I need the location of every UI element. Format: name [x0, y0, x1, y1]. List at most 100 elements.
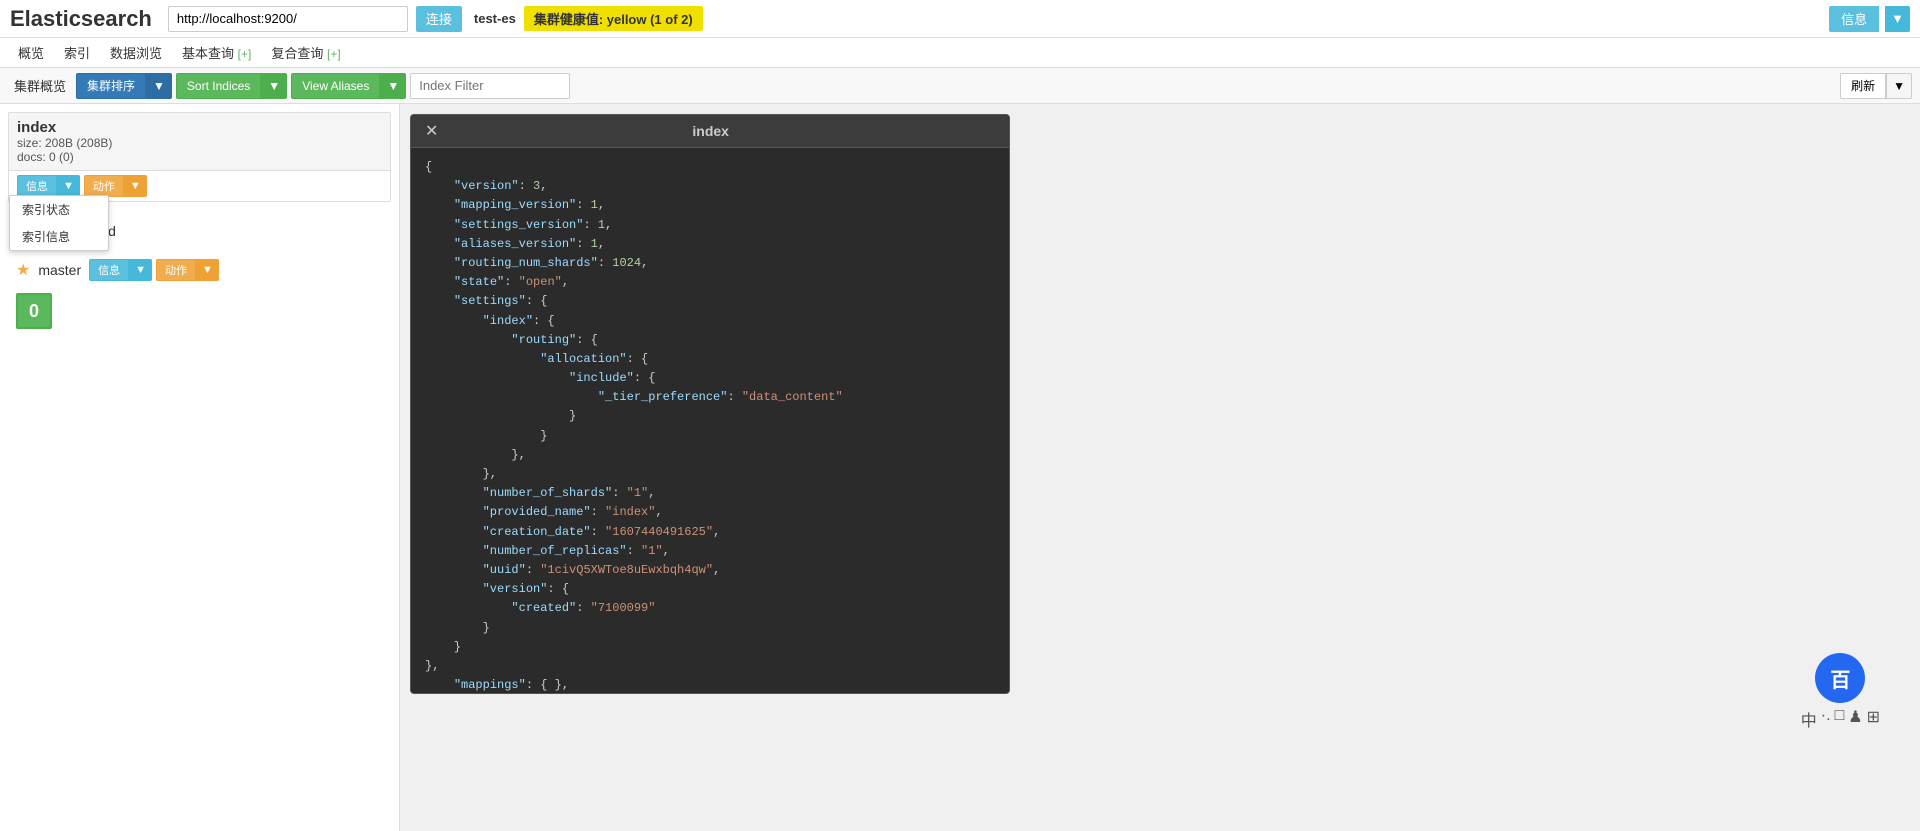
- json-line: "settings": {: [425, 292, 995, 311]
- modal: ✕ index { "version": 3, "mapping_version…: [410, 114, 1010, 694]
- dropdown-index-info[interactable]: 索引信息: [10, 223, 108, 250]
- nav-basic-query[interactable]: 基本查询 [+]: [174, 41, 259, 64]
- json-line: "index": {: [425, 312, 995, 331]
- shard-box: 0: [16, 293, 52, 329]
- modal-body[interactable]: { "version": 3, "mapping_version": 1, "s…: [411, 148, 1009, 693]
- modal-header: ✕ index: [411, 115, 1009, 148]
- master-action-arrow[interactable]: ▼: [196, 259, 219, 281]
- baidu-watermark: 百 中 ·. □ ♟ ⊞: [1801, 653, 1880, 731]
- top-right-actions: 信息 ▼: [1829, 6, 1910, 32]
- refresh-arrow[interactable]: ▼: [1886, 73, 1912, 99]
- baidu-icon-3: □: [1835, 707, 1845, 731]
- json-line: "allocation": {: [425, 350, 995, 369]
- index-actions: 信息 ▼ 索引状态 索引信息 动作 ▼: [9, 171, 390, 201]
- view-aliases-group: View Aliases ▼: [291, 73, 406, 99]
- main-content: index size: 208B (208B) docs: 0 (0) 信息 ▼…: [0, 104, 1920, 831]
- toolbar: 集群概览 集群排序 ▼ Sort Indices ▼ View Aliases …: [0, 68, 1920, 104]
- master-section: ★ master 信息 ▼ 动作 ▼: [8, 251, 391, 289]
- nav-indices[interactable]: 索引: [56, 41, 98, 64]
- index-info-group: 信息 ▼: [17, 175, 80, 197]
- cluster-name: test-es: [474, 11, 516, 26]
- json-line: "routing": {: [425, 331, 995, 350]
- json-line: },: [425, 657, 995, 676]
- star-icon: ★: [16, 260, 30, 280]
- json-line: "mapping_version": 1,: [425, 196, 995, 215]
- top-bar: Elasticsearch 连接 test-es 集群健康值: yellow (…: [0, 0, 1920, 38]
- shard-container: 0: [8, 289, 391, 333]
- health-badge: 集群健康值: yellow (1 of 2): [524, 6, 703, 31]
- url-input[interactable]: [168, 6, 408, 32]
- nav-data-browser[interactable]: 数据浏览: [102, 41, 170, 64]
- sort-indices-arrow[interactable]: ▼: [261, 73, 287, 99]
- modal-container: ✕ index { "version": 3, "mapping_version…: [410, 114, 1010, 694]
- shard-number: 0: [29, 301, 39, 322]
- index-card-header: index size: 208B (208B) docs: 0 (0): [9, 113, 390, 171]
- json-line: "version": {: [425, 580, 995, 599]
- json-line: },: [425, 446, 995, 465]
- view-aliases-arrow[interactable]: ▼: [380, 73, 406, 99]
- basic-query-plus: [+]: [238, 47, 252, 61]
- index-info-button[interactable]: 信息: [17, 175, 57, 197]
- baidu-icon-4: ♟: [1848, 707, 1862, 731]
- master-info-arrow[interactable]: ▼: [129, 259, 152, 281]
- index-info-arrow[interactable]: ▼: [57, 175, 80, 197]
- json-line: "created": "7100099": [425, 599, 995, 618]
- json-line: },: [425, 465, 995, 484]
- json-line: "routing_num_shards": 1024,: [425, 254, 995, 273]
- json-line: "_tier_preference": "data_content": [425, 388, 995, 407]
- baidu-icon-1: 中: [1801, 707, 1817, 731]
- master-actions: 信息 ▼ 动作 ▼: [89, 259, 219, 281]
- index-info-dropdown: 索引状态 索引信息: [9, 195, 109, 251]
- sort-indices-button[interactable]: Sort Indices: [176, 73, 261, 99]
- baidu-icon-5: ⊞: [1867, 707, 1880, 731]
- master-action-group: 动作 ▼: [156, 259, 219, 281]
- json-line: {: [425, 158, 995, 177]
- json-line: "number_of_shards": "1",: [425, 484, 995, 503]
- json-line: "include": {: [425, 369, 995, 388]
- json-line: }: [425, 619, 995, 638]
- master-info-button[interactable]: 信息: [89, 259, 129, 281]
- refresh-group: 刷新 ▼: [1840, 73, 1912, 99]
- modal-close-button[interactable]: ✕: [421, 121, 442, 141]
- index-docs: docs: 0 (0): [17, 150, 382, 164]
- master-action-button[interactable]: 动作: [156, 259, 196, 281]
- sort-indices-group: Sort Indices ▼: [176, 73, 287, 99]
- index-name: index: [17, 119, 382, 136]
- top-info-button[interactable]: 信息: [1829, 6, 1879, 32]
- baidu-icon-2: ·.: [1821, 707, 1831, 731]
- json-line: "aliases_version": 1,: [425, 235, 995, 254]
- json-line: "uuid": "1civQ5XWToe8uEwxbqh4qw",: [425, 561, 995, 580]
- json-line: "mappings": { },: [425, 676, 995, 693]
- nav-compound-query[interactable]: 复合查询 [+]: [263, 41, 348, 64]
- app-title: Elasticsearch: [10, 6, 152, 32]
- json-line: "state": "open",: [425, 273, 995, 292]
- view-aliases-button[interactable]: View Aliases: [291, 73, 380, 99]
- right-panel: ✕ index { "version": 3, "mapping_version…: [400, 104, 1920, 831]
- refresh-button[interactable]: 刷新: [1840, 73, 1886, 99]
- master-info-group: 信息 ▼: [89, 259, 152, 281]
- cluster-sort-group: 集群排序 ▼: [76, 73, 172, 99]
- json-line: "number_of_replicas": "1",: [425, 542, 995, 561]
- index-filter-input[interactable]: [410, 73, 570, 99]
- master-label: master: [38, 262, 81, 278]
- modal-title: index: [692, 123, 729, 139]
- json-line: "creation_date": "1607440491625",: [425, 523, 995, 542]
- cluster-sort-button[interactable]: 集群排序: [76, 73, 146, 99]
- index-card: index size: 208B (208B) docs: 0 (0) 信息 ▼…: [8, 112, 391, 202]
- json-line: }: [425, 638, 995, 657]
- index-action-arrow[interactable]: ▼: [124, 175, 147, 197]
- json-line: "provided_name": "index",: [425, 503, 995, 522]
- json-line: }: [425, 427, 995, 446]
- nav-overview[interactable]: 概览: [10, 41, 52, 64]
- sidebar: index size: 208B (208B) docs: 0 (0) 信息 ▼…: [0, 104, 400, 831]
- top-info-arrow[interactable]: ▼: [1885, 6, 1910, 32]
- json-line: }: [425, 407, 995, 426]
- compound-query-plus: [+]: [327, 47, 341, 61]
- nav-bar: 概览 索引 数据浏览 基本查询 [+] 复合查询 [+]: [0, 38, 1920, 68]
- cluster-sort-arrow[interactable]: ▼: [146, 73, 172, 99]
- index-size: size: 208B (208B): [17, 136, 382, 150]
- json-line: "settings_version": 1,: [425, 216, 995, 235]
- connect-button[interactable]: 连接: [416, 6, 462, 32]
- dropdown-index-status[interactable]: 索引状态: [10, 196, 108, 223]
- index-action-button[interactable]: 动作: [84, 175, 124, 197]
